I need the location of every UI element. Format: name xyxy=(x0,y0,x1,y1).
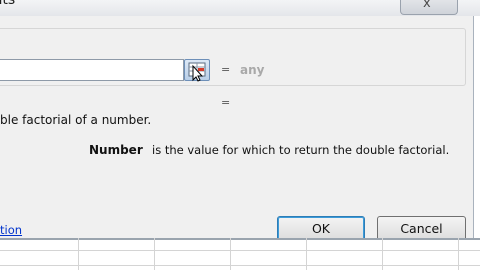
function-result-equals-sign: = xyxy=(221,96,231,109)
grid-column-line xyxy=(458,238,459,270)
grid-column-line xyxy=(78,238,79,270)
function-arguments-dialog: = any = ble factorial of a number. Numbe… xyxy=(0,16,474,242)
close-button[interactable]: x xyxy=(400,0,458,15)
sheet-top-edge xyxy=(0,238,480,240)
range-select-icon xyxy=(188,62,206,82)
close-icon: x xyxy=(423,0,431,11)
grid-column-line xyxy=(154,238,155,270)
argument-result-value: any xyxy=(240,63,265,77)
grid-column-line xyxy=(382,238,383,270)
argument-name: Number xyxy=(89,143,143,157)
argument-equals-sign: = xyxy=(221,63,231,76)
dialog-title: nents xyxy=(0,0,16,8)
grid-row-line xyxy=(0,250,480,251)
title-bar: nents x xyxy=(0,0,480,16)
argument-description: is the value for which to return the dou… xyxy=(152,143,450,157)
grid-column-line xyxy=(306,238,307,270)
spreadsheet-grid[interactable] xyxy=(0,238,480,270)
grid-column-line xyxy=(230,238,231,270)
help-on-function-link[interactable]: tion xyxy=(0,223,22,237)
number-argument-input[interactable] xyxy=(0,59,184,81)
function-description: ble factorial of a number. xyxy=(0,113,152,127)
range-select-button[interactable] xyxy=(184,59,210,82)
grid-row-line xyxy=(0,265,480,266)
